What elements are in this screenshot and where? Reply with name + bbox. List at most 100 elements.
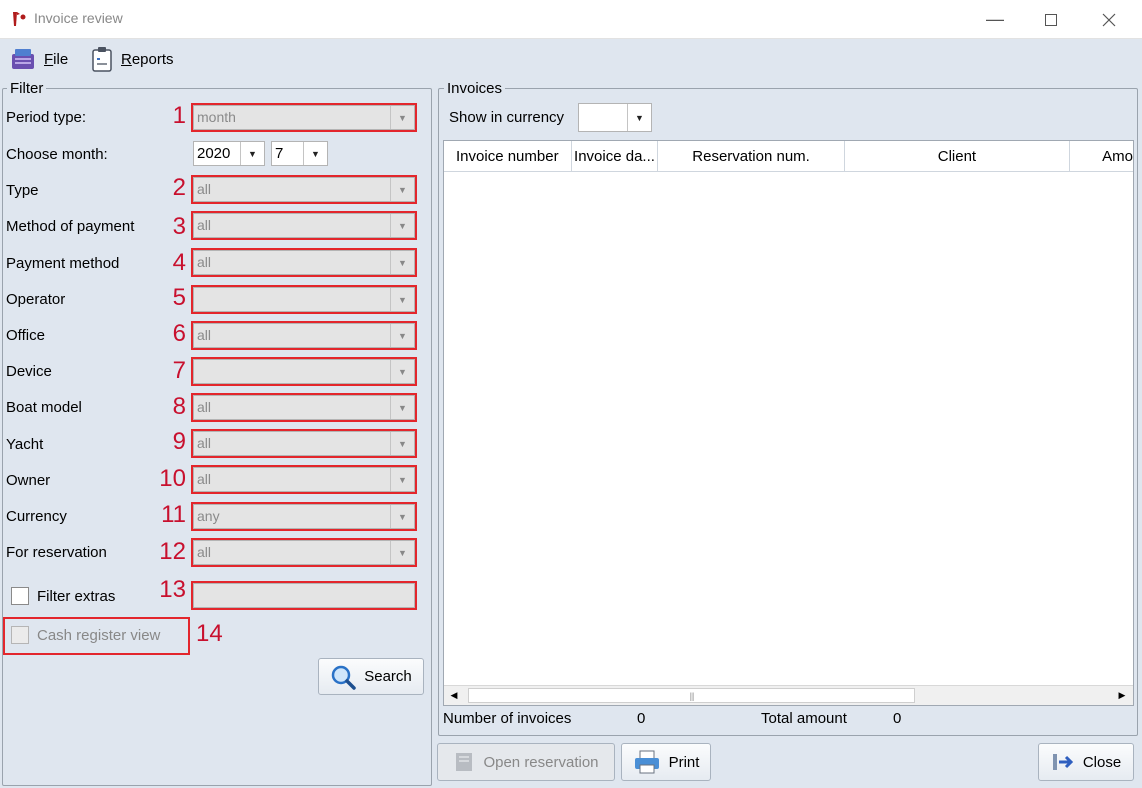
chevron-down-icon: ▼ — [390, 214, 414, 237]
yacht-value: all — [197, 435, 212, 451]
window-title: Invoice review — [34, 10, 123, 26]
owner-value: all — [197, 471, 212, 487]
marker-14: 14 — [196, 620, 223, 647]
chevron-down-icon: ▼ — [390, 324, 414, 347]
menu-file-label: File — [44, 50, 69, 68]
method-of-payment-value: all — [197, 217, 212, 233]
minimize-button[interactable]: — — [966, 0, 1024, 39]
reservation-icon — [456, 753, 473, 771]
filter-extras-checkbox[interactable] — [11, 587, 29, 605]
marker-4: 4 — [172, 249, 186, 276]
period-type-select[interactable]: month ▼ — [191, 103, 417, 132]
operator-select[interactable]: ▼ — [191, 285, 417, 314]
print-button[interactable]: Print — [621, 743, 711, 781]
year-select[interactable]: 2020 ▼ — [193, 141, 265, 166]
device-select[interactable]: ▼ — [191, 357, 417, 386]
device-label: Device — [6, 363, 52, 380]
invoices-table[interactable]: Invoice number Invoice da... Reservation… — [443, 140, 1134, 706]
maximize-button[interactable] — [1022, 0, 1080, 39]
scroll-left-icon[interactable]: ◀ — [446, 688, 462, 703]
filter-extras-input[interactable] — [191, 581, 417, 610]
payment-method-value: all — [197, 254, 212, 270]
marker-5: 5 — [172, 284, 186, 311]
boat-model-label: Boat model — [6, 399, 82, 416]
show-in-currency-value — [579, 104, 627, 131]
file-menu-icon — [12, 49, 34, 69]
show-in-currency-select[interactable]: ▼ — [578, 103, 652, 132]
currency-select[interactable]: any ▼ — [191, 502, 417, 531]
chevron-down-icon: ▼ — [627, 104, 651, 131]
chevron-down-icon: ▼ — [390, 432, 414, 455]
yacht-select[interactable]: all ▼ — [191, 429, 417, 458]
app-icon — [10, 10, 28, 28]
year-value: 2020 — [197, 145, 231, 162]
chevron-down-icon: ▼ — [390, 178, 414, 201]
choose-month-label: Choose month: — [6, 146, 108, 163]
horizontal-scrollbar[interactable]: ◀ ||| ▶ — [444, 685, 1133, 705]
close-button[interactable]: Close — [1038, 743, 1134, 781]
office-value: all — [197, 327, 212, 343]
number-of-invoices-value: 0 — [637, 710, 646, 727]
marker-7: 7 — [172, 357, 186, 384]
table-header: Invoice number Invoice da... Reservation… — [444, 141, 1133, 172]
payment-method-select[interactable]: all ▼ — [191, 248, 417, 277]
close-button-label: Close — [1082, 753, 1122, 771]
operator-label: Operator — [6, 291, 66, 308]
chevron-down-icon: ▼ — [390, 505, 414, 528]
type-select[interactable]: all ▼ — [191, 175, 417, 204]
chevron-down-icon: ▼ — [390, 541, 414, 564]
boat-model-select[interactable]: all ▼ — [191, 393, 417, 422]
office-select[interactable]: all ▼ — [191, 321, 417, 350]
column-header[interactable]: Invoice number — [444, 141, 572, 172]
yacht-label: Yacht — [6, 436, 44, 453]
cash-register-view-checkbox[interactable] — [11, 626, 29, 644]
menu-file[interactable]: File — [10, 44, 68, 74]
marker-9: 9 — [172, 428, 186, 455]
cash-register-view-label: Cash register view — [37, 627, 161, 644]
invoices-legend: Invoices — [444, 80, 506, 97]
filter-extras-label: Filter extras — [37, 588, 116, 605]
marker-6: 6 — [172, 320, 186, 347]
type-value: all — [197, 181, 212, 197]
type-label: Type — [6, 182, 39, 199]
chevron-down-icon: ▼ — [303, 142, 327, 165]
close-window-button[interactable] — [1080, 0, 1138, 39]
marker-10: 10 — [159, 465, 186, 492]
owner-label: Owner — [6, 472, 51, 489]
total-amount-label: Total amount — [761, 710, 847, 727]
column-header[interactable]: Reservation num. — [658, 141, 845, 172]
scroll-right-icon[interactable]: ▶ — [1114, 688, 1130, 703]
method-of-payment-select[interactable]: all ▼ — [191, 211, 417, 240]
number-of-invoices-label: Number of invoices — [443, 710, 572, 727]
chevron-down-icon: ▼ — [390, 468, 414, 491]
column-header[interactable]: Invoice da... — [572, 141, 659, 172]
operator-value — [194, 288, 390, 311]
column-header[interactable]: Amo — [1070, 141, 1133, 172]
month-select[interactable]: 7 ▼ — [271, 141, 328, 166]
owner-select[interactable]: all ▼ — [191, 465, 417, 494]
menu-reports[interactable]: Reports — [91, 44, 174, 74]
period-type-value: month — [197, 109, 236, 125]
payment-method-label: Payment method — [6, 255, 120, 272]
chevron-down-icon: ▼ — [390, 288, 414, 311]
marker-12: 12 — [159, 538, 186, 565]
marker-2: 2 — [172, 174, 186, 201]
for-reservation-label: For reservation — [6, 544, 107, 561]
chevron-down-icon: ▼ — [390, 251, 414, 274]
period-type-label: Period type: — [6, 109, 87, 126]
boat-model-value: all — [197, 399, 212, 415]
filter-legend: Filter — [7, 80, 47, 97]
scroll-thumb[interactable]: ||| — [468, 688, 915, 703]
column-header[interactable]: Client — [845, 141, 1071, 172]
marker-8: 8 — [172, 393, 186, 420]
method-of-payment-label: Method of payment — [6, 218, 135, 235]
open-reservation-button[interactable]: Open reservation — [437, 743, 615, 781]
search-button-label: Search — [364, 668, 412, 685]
menu-reports-label: Reports — [121, 50, 174, 68]
chevron-down-icon: ▼ — [390, 396, 414, 419]
search-button[interactable]: Search — [318, 658, 424, 695]
for-reservation-select[interactable]: all ▼ — [191, 538, 417, 567]
maximize-icon — [1045, 13, 1057, 26]
close-icon — [1102, 13, 1116, 26]
currency-value: any — [197, 508, 220, 524]
